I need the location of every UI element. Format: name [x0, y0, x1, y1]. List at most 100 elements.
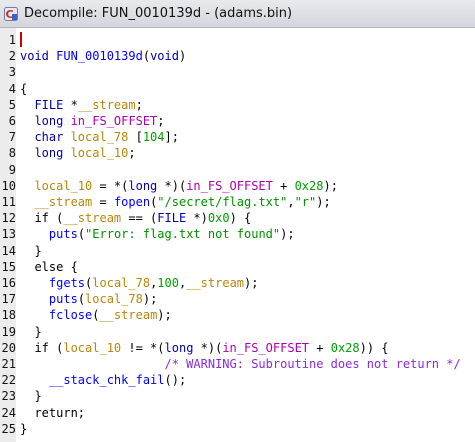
code-line[interactable]: 12 if (__stream == (FILE *)0x0) {: [0, 210, 475, 227]
line-number: 3: [8, 65, 16, 80]
number-token: 0x28: [330, 340, 360, 355]
code-text: == (: [121, 211, 158, 226]
number-token: 100: [157, 276, 179, 290]
code-content[interactable]: puts("Error: flag.txt not found");: [20, 226, 295, 243]
decompiler-code-view[interactable]: 1 2 void FUN_0010139d(void) 3 4{5 FILE *__st…: [0, 28, 475, 442]
code-content[interactable]: else {: [20, 259, 77, 276]
code-text: )) {: [359, 340, 389, 355]
code-content[interactable]: }: [20, 421, 27, 438]
code-content[interactable]: fclose(__stream);: [20, 307, 172, 324]
code-line[interactable]: 16 fgets(local_78,100,__stream);: [0, 275, 475, 292]
line-number: 12: [1, 211, 16, 226]
function-token[interactable]: __stack_chk_fail: [49, 373, 165, 387]
code-content[interactable]: long in_FS_OFFSET;: [20, 113, 164, 130]
function-token[interactable]: fclose: [49, 308, 92, 322]
code-line[interactable]: 3: [0, 64, 475, 81]
code-text: );: [244, 276, 259, 290]
line-number: 15: [1, 259, 16, 274]
code-text: (: [92, 308, 100, 323]
code-text: ) {: [229, 211, 252, 226]
line-number: 19: [1, 324, 16, 339]
code-content[interactable]: }: [20, 243, 41, 260]
code-content[interactable]: char local_78 [104];: [20, 129, 179, 146]
function-token[interactable]: puts: [49, 292, 78, 306]
number-token: 104: [142, 130, 165, 145]
variable-token: local_78: [70, 130, 129, 145]
code-line[interactable]: 10 local_10 = *(long *)(in_FS_OFFSET + 0…: [0, 178, 475, 195]
line-number: 10: [1, 178, 16, 193]
code-line[interactable]: 5 FILE *__stream;: [0, 97, 475, 114]
code-text: *): [186, 211, 208, 226]
code-line[interactable]: 21 /* WARNING: Subroutine does not retur…: [0, 356, 475, 373]
line-number: 2: [8, 49, 16, 64]
function-token[interactable]: puts: [49, 227, 78, 241]
code-line[interactable]: 18 fclose(__stream);: [0, 307, 475, 324]
code-text: +: [272, 178, 295, 193]
code-line[interactable]: 6 long in_FS_OFFSET;: [0, 113, 475, 130]
variable-token: __stream: [34, 195, 93, 209]
line-number: 7: [8, 130, 16, 145]
code-line[interactable]: 13 puts("Error: flag.txt not found");: [0, 226, 475, 243]
code-content[interactable]: puts(local_78);: [20, 291, 157, 308]
code-text: ();: [164, 373, 187, 388]
code-line[interactable]: 15 else {: [0, 259, 475, 276]
type-token: long: [34, 114, 71, 128]
code-line[interactable]: 14 }: [0, 243, 475, 260]
code-line[interactable]: 17 puts(local_78);: [0, 291, 475, 308]
variable-token: local_10: [63, 340, 122, 355]
function-token[interactable]: FUN_0010139d: [56, 49, 143, 63]
code-line[interactable]: 2 void FUN_0010139d(void): [0, 48, 475, 65]
code-content[interactable]: if (local_10 != *(long *)(in_FS_OFFSET +…: [20, 340, 389, 357]
code-text: *: [63, 97, 78, 112]
code-content[interactable]: }: [20, 388, 42, 405]
code-text: }: [20, 389, 42, 404]
code-content[interactable]: if (__stream == (FILE *)0x0) {: [20, 210, 251, 227]
code-line[interactable]: 22 __stack_chk_fail();: [0, 372, 475, 389]
variable-token: local_10: [34, 178, 93, 193]
function-token[interactable]: fgets: [49, 276, 85, 290]
code-line[interactable]: 23 }: [0, 388, 475, 405]
code-text: ];: [164, 130, 179, 145]
code-content[interactable]: /* WARNING: Subroutine does not return *…: [20, 356, 461, 373]
type-token: FILE: [157, 211, 187, 226]
variable-token: local_78: [85, 292, 143, 307]
code-content[interactable]: void FUN_0010139d(void): [20, 48, 186, 65]
code-content[interactable]: local_10 = *(long *)(in_FS_OFFSET + 0x28…: [20, 178, 337, 195]
code-content[interactable]: }: [20, 324, 41, 341]
code-content[interactable]: FILE *__stream;: [20, 97, 142, 114]
code-line[interactable]: 8 long local_10;: [0, 145, 475, 162]
code-line[interactable]: 7 char local_78 [104];: [0, 129, 475, 146]
code-line[interactable]: 25}: [0, 421, 475, 438]
code-text: );: [157, 308, 172, 323]
function-token[interactable]: fopen: [114, 195, 150, 209]
code-content[interactable]: {: [20, 81, 27, 98]
code-content[interactable]: __stream = fopen("/secret/flag.txt","r")…: [20, 194, 330, 211]
code-line[interactable]: 4{: [0, 81, 475, 98]
code-line[interactable]: 20 if (local_10 != *(long *)(in_FS_OFFSE…: [0, 340, 475, 357]
code-line[interactable]: 9: [0, 162, 475, 179]
code-content[interactable]: fgets(local_78,100,__stream);: [20, 275, 259, 292]
global-token: in_FS_OFFSET: [186, 178, 273, 193]
type-token: void: [20, 49, 57, 64]
string-token: "r": [294, 195, 317, 209]
code-content[interactable]: return;: [20, 405, 85, 422]
window-titlebar[interactable]: C Decompile: FUN_0010139d - (adams.bin): [0, 0, 475, 28]
code-text: +: [309, 340, 331, 355]
line-number: 23: [1, 389, 16, 404]
comment-token: /* WARNING: Subroutine does not return *…: [164, 357, 461, 371]
code-content[interactable]: long local_10;: [20, 145, 135, 162]
code-line[interactable]: 1: [0, 32, 475, 49]
code-text: (: [77, 227, 86, 242]
code-line[interactable]: 11 __stream = fopen("/secret/flag.txt","…: [0, 194, 475, 211]
string-token: "/secret/flag.txt": [157, 195, 288, 209]
number-token: 0x28: [294, 178, 324, 193]
code-line[interactable]: 19 }: [0, 324, 475, 341]
code-text: =: [92, 195, 114, 209]
code-line[interactable]: 24 return;: [0, 405, 475, 422]
type-token: long: [164, 340, 194, 355]
code-content[interactable]: __stack_chk_fail();: [20, 372, 186, 389]
variable-token: local_78: [92, 276, 151, 290]
